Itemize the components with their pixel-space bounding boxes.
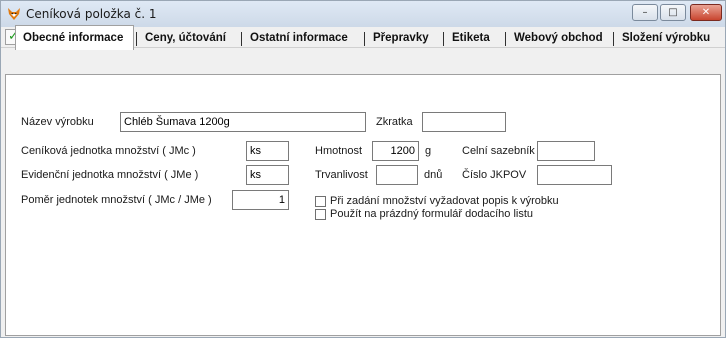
tab-obecne-informace[interactable]: Obecné informace [15,25,134,50]
tab-label: Webový obchod [514,32,603,44]
tab-slozeni-vyrobku[interactable]: Složení výrobku [614,28,720,48]
evidencni-jednotka-label: Evidenční jednotka množství ( JMe ) [21,169,199,181]
minimize-icon: – [642,7,648,18]
tab-label: Ceny, účtování [145,32,226,44]
maximize-button[interactable]: □ [660,4,686,21]
hmotnost-label: Hmotnost [315,145,363,157]
trvanlivost-input[interactable] [376,165,418,185]
tab-label: Složení výrobku [622,32,711,44]
trvanlivost-label: Trvanlivost [315,169,368,181]
pomer-jednotek-input[interactable]: 1 [232,190,289,210]
trvanlivost-unit: dnů [424,169,443,181]
prazdny-formular-label: Použít na prázdný formulář dodacího list… [330,208,534,220]
tab-label: Přepravky [373,32,429,44]
maximize-icon: □ [668,7,678,18]
fox-app-icon [8,8,20,20]
tab-ceny-uctovani[interactable]: Ceny, účtování [137,28,243,48]
cislo-jkpov-input[interactable] [537,165,612,185]
celni-sazebnik-label: Celní sazebník [462,145,535,157]
cenikova-jednotka-label: Ceníková jednotka množství ( JMc ) [21,145,196,157]
zkratka-input[interactable] [422,112,506,132]
tab-webovy-obchod[interactable]: Webový obchod [506,28,610,48]
tab-panel-obecne-informace: Název výrobku Chléb Šumava 1200g Zkratka… [5,74,721,336]
vyzadovat-popis-checkbox[interactable] [315,196,326,207]
tab-label: Etiketa [452,32,490,44]
prazdny-formular-checkbox[interactable] [315,209,326,220]
close-icon: ✕ [701,7,711,18]
close-button[interactable]: ✕ [690,4,722,21]
zkratka-label: Zkratka [376,116,413,128]
title-bar[interactable]: Ceníková položka č. 1 – □ ✕ [1,1,725,27]
evidencni-jednotka-input[interactable]: ks [246,165,289,185]
nazev-vyrobku-label: Název výrobku [21,116,94,128]
tab-ostatni-informace[interactable]: Ostatní informace [242,28,360,48]
cislo-jkpov-label: Číslo JKPOV [462,169,527,181]
minimize-button[interactable]: – [632,4,658,21]
tab-etiketa[interactable]: Etiketa [444,28,502,48]
tab-prepravky[interactable]: Přepravky [365,28,440,48]
hmotnost-input[interactable]: 1200 [372,141,419,161]
cenikova-jednotka-input[interactable]: ks [246,141,289,161]
hmotnost-unit: g [425,145,432,157]
window-title: Ceníková položka č. 1 [26,7,157,21]
window: Ceníková položka č. 1 – □ ✕ ✓ ✕ Obecné i… [0,0,726,338]
tab-label: Ostatní informace [250,32,348,44]
vyzadovat-popis-label: Při zadání množství vyžadovat popis k vý… [330,195,559,207]
celni-sazebnik-input[interactable] [537,141,595,161]
nazev-vyrobku-input[interactable]: Chléb Šumava 1200g [120,112,366,132]
pomer-jednotek-label: Poměr jednotek množství ( JMc / JMe ) [21,194,212,206]
tab-label: Obecné informace [23,32,124,44]
